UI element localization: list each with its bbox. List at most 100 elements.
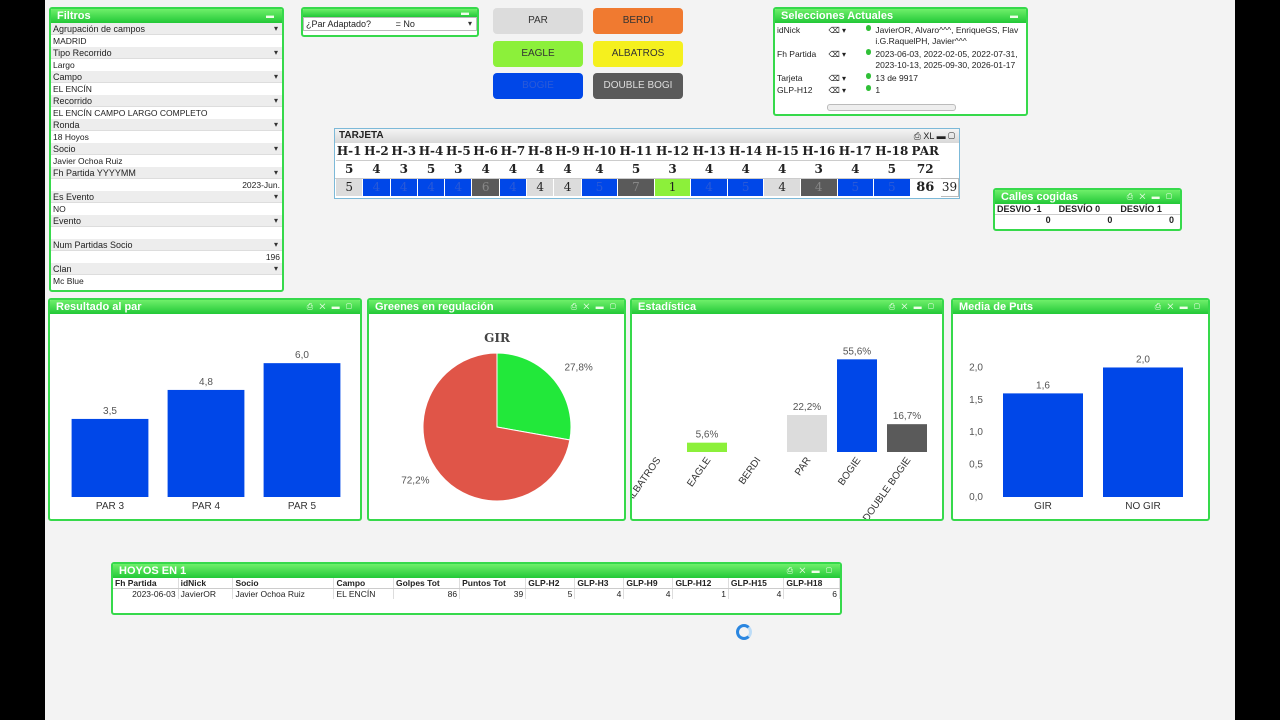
panel-tools-icon[interactable]: ⎙ ✕ ▬ ▢ (1155, 300, 1202, 314)
hole-score[interactable]: 5 (335, 177, 364, 197)
filter-value[interactable]: EL ENCÍN CAMPO LARGO COMPLETO (51, 107, 282, 119)
hole-score[interactable]: 4 (526, 177, 555, 197)
selection-status-icon (865, 85, 872, 91)
bar[interactable] (787, 415, 827, 452)
hole-score[interactable]: 4 (763, 177, 801, 197)
filter-value[interactable]: Largo (51, 59, 282, 71)
tarjeta-tools[interactable]: ⎙ XL ▬ ▢ (914, 129, 955, 143)
bar[interactable] (1003, 393, 1083, 497)
eraser-dropdown-icon[interactable]: ⌫ ▾ (829, 73, 862, 84)
greenes-panel: Greenes en regulación ⎙ ✕ ▬ ▢ GIR 27,8% 72,… (367, 298, 626, 521)
hole-score[interactable]: 4 (553, 177, 582, 197)
category-label: GIR (1034, 501, 1052, 512)
filter-button-double-bogi[interactable]: DOUBLE BOGI (593, 73, 683, 99)
hole-score[interactable]: 7 (617, 177, 655, 197)
data-label: 1,6 (1036, 380, 1050, 391)
filter-value[interactable]: Mc Blue (51, 275, 282, 287)
hole-score[interactable]: 5 (873, 177, 911, 197)
hoyos-column-header[interactable]: GLP-H9 (623, 578, 674, 589)
hoyos-column-header[interactable]: Fh Partida (113, 578, 179, 589)
filter-value[interactable]: Javier Ochoa Ruiz (51, 155, 282, 167)
hoyos-column-header[interactable]: idNick (178, 578, 234, 589)
filter-label[interactable]: Ronda (51, 119, 282, 131)
filter-label[interactable]: Es Evento (51, 191, 282, 203)
bar[interactable] (887, 424, 927, 452)
filter-value[interactable]: 196 (51, 251, 282, 263)
hoyos-column-header[interactable]: Campo (333, 578, 394, 589)
pie-slice[interactable] (496, 352, 572, 441)
filter-label[interactable]: Agrupación de campos (51, 23, 282, 35)
bar[interactable] (263, 363, 341, 497)
filter-button-par[interactable]: PAR (493, 8, 583, 34)
eraser-dropdown-icon[interactable]: ⌫ ▾ (829, 25, 862, 36)
hole-score[interactable]: 5 (836, 177, 875, 197)
filter-value[interactable]: 18 Hoyos (51, 131, 282, 143)
panel-tools-icon[interactable]: ⎙ ✕ ▬ ▢ (571, 300, 618, 314)
filter-button-eagle[interactable]: EAGLE (493, 41, 583, 67)
bar[interactable] (687, 442, 727, 452)
hole-score[interactable]: 4 (690, 177, 728, 197)
filter-value[interactable]: NO (51, 203, 282, 215)
filter-label[interactable]: Tipo Recorrido (51, 47, 282, 59)
filter-label[interactable]: Fh Partida YYYYMM (51, 167, 282, 179)
panel-tools-icon[interactable]: ⎙ ✕ ▬ ▢ (307, 300, 354, 314)
hole-score[interactable]: 5 (726, 177, 765, 197)
panel-tools-icon[interactable]: ⎙ ✕ ▬ ▢ (889, 300, 936, 314)
eraser-dropdown-icon[interactable]: ⌫ ▾ (829, 85, 862, 96)
filter-label[interactable]: Recorrido (51, 95, 282, 107)
hoyos-column-header[interactable]: GLP-H18 (783, 578, 840, 589)
selection-value: 13 de 9917 (875, 73, 918, 83)
minimize-icon[interactable]: ▬ (937, 131, 946, 141)
xl-export-icon[interactable]: XL (923, 131, 934, 141)
selection-row: Tarjeta ⌫ ▾ 13 de 9917 (775, 73, 1026, 85)
filter-button-albatros[interactable]: ALBATROS (593, 41, 683, 67)
minimize-icon[interactable]: ▬ (266, 9, 276, 23)
hoyos-column-header[interactable]: GLP-H3 (574, 578, 625, 589)
filter-label[interactable]: Clan (51, 263, 282, 275)
hole-score[interactable]: 4 (799, 177, 838, 197)
filter-value[interactable]: EL ENCÍN (51, 83, 282, 95)
hoyos-column-header[interactable]: Socio (232, 578, 335, 589)
hoyos-column-header[interactable]: GLP-H15 (728, 578, 785, 589)
hole-score[interactable]: 4 (498, 177, 528, 197)
filter-value[interactable] (51, 227, 282, 239)
hole-score[interactable]: 4 (389, 177, 418, 197)
hoyos-column-header[interactable]: Golpes Tot (393, 578, 461, 589)
hoyos-column-header[interactable]: GLP-H2 (525, 578, 576, 589)
hole-score[interactable]: 5 (580, 177, 619, 197)
hole-score[interactable]: 1 (653, 177, 692, 197)
bar[interactable] (71, 418, 149, 497)
bar[interactable] (837, 359, 877, 452)
selections-scrollbar[interactable] (827, 104, 956, 111)
panel-tools-icon[interactable]: ⎙ ✕ ▬ ▢ (787, 564, 834, 578)
print-icon[interactable]: ⎙ (914, 131, 921, 141)
filter-label[interactable]: Socio (51, 143, 282, 155)
hole-score[interactable]: 4 (416, 177, 446, 197)
maximize-icon[interactable]: ▢ (948, 131, 955, 141)
hoyos-data-row[interactable]: 2023-06-03 JavierOR Javier Ochoa Ruiz EL EN… (113, 588, 840, 599)
hoyos-column-header[interactable]: GLP-H12 (672, 578, 729, 589)
bar[interactable] (167, 389, 245, 497)
bar[interactable] (1103, 367, 1183, 497)
hole-score[interactable]: 4 (362, 177, 391, 197)
filter-value[interactable]: 2023-Jun. (51, 179, 282, 191)
hole-score[interactable]: 86 (909, 177, 941, 197)
filter-button-berdi[interactable]: BERDI (593, 8, 683, 34)
par-adaptado-dropdown[interactable]: ¿Par Adaptado? = No (303, 17, 477, 31)
filter-label[interactable]: Campo (51, 71, 282, 83)
hoyos-cell: EL ENCÍN (333, 588, 394, 599)
filter-label[interactable]: Evento (51, 215, 282, 227)
tarjeta-table: H-1 H-2 H-3 H-4 H-5 H-6 H-7 H-8 H-9 H-10 H-11 H-12 H… (335, 143, 959, 197)
filter-label[interactable]: Num Partidas Socio (51, 239, 282, 251)
hole-score[interactable]: 4 (444, 177, 473, 197)
filter-button-bogie[interactable]: BOGIE (493, 73, 583, 99)
eraser-dropdown-icon[interactable]: ⌫ ▾ (829, 49, 862, 60)
panel-tools-icon[interactable]: ⎙ ✕ ▬ ▢ (1127, 190, 1174, 204)
data-label: 6,0 (295, 350, 309, 361)
minimize-icon[interactable]: ▬ (1010, 9, 1020, 23)
hoyos-cell: 4 (728, 588, 785, 599)
category-label: PAR (793, 455, 813, 478)
hole-score[interactable]: 6 (471, 177, 500, 197)
filter-value[interactable]: MADRID (51, 35, 282, 47)
hoyos-column-header[interactable]: Puntos Tot (459, 578, 527, 589)
